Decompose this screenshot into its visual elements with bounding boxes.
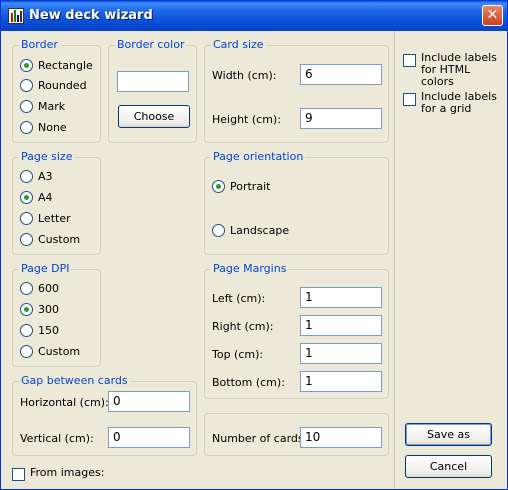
border-option[interactable]: Mark <box>20 98 65 114</box>
border-option[interactable]: None <box>20 119 67 135</box>
page-margins-group-title: Page Margins <box>211 262 289 275</box>
page-orientation-group-title: Page orientation <box>211 150 306 163</box>
page-orientation-group: Page orientation Portrait Landscape <box>204 150 389 255</box>
card-width-field[interactable]: 6 <box>300 64 382 85</box>
dpi-option[interactable]: 600 <box>20 280 59 296</box>
radio-label: Rectangle <box>38 58 93 72</box>
radio-button[interactable] <box>212 179 225 193</box>
cancel-button[interactable]: Cancel <box>405 455 492 478</box>
radio-label: Mark <box>38 99 66 113</box>
save-as-button[interactable]: Save as <box>405 423 492 446</box>
dpi-option[interactable]: 150 <box>20 322 59 338</box>
radio-label: 300 <box>38 302 59 316</box>
close-button[interactable]: ✕ <box>482 5 503 26</box>
page-size-option[interactable]: Custom <box>20 231 80 247</box>
radio-button[interactable] <box>20 190 33 204</box>
width-label: Width (cm): <box>212 69 277 82</box>
border-color-group: Border color Choose <box>108 38 197 143</box>
orientation-option[interactable]: Portrait <box>212 178 270 194</box>
checkbox-box[interactable] <box>403 54 416 67</box>
radio-button[interactable] <box>20 78 33 92</box>
gap-group-title: Gap between cards <box>19 374 130 387</box>
radio-button[interactable] <box>20 302 33 316</box>
from-images-label: From images: <box>30 466 105 479</box>
radio-button[interactable] <box>20 344 33 358</box>
grid-labels-checkbox[interactable]: Include labels for a grid <box>403 91 503 115</box>
vertical-gap-label: Vertical (cm): <box>20 432 94 445</box>
page-dpi-group-title: Page DPI <box>19 262 72 275</box>
page-size-option[interactable]: A4 <box>20 189 53 205</box>
border-color-field[interactable] <box>117 71 189 92</box>
height-label: Height (cm): <box>212 113 281 126</box>
border-group-title: Border <box>19 38 60 51</box>
radio-label: 150 <box>38 323 59 337</box>
number-of-cards-group: Number of cards: 10 <box>204 413 389 456</box>
border-option[interactable]: Rounded <box>20 77 87 93</box>
new-deck-wizard-window: New deck wizard ✕ Border Rectangle Round… <box>0 0 508 490</box>
page-size-option[interactable]: Letter <box>20 210 71 226</box>
page-size-option[interactable]: A3 <box>20 168 53 184</box>
radio-button[interactable] <box>20 211 33 225</box>
border-option[interactable]: Rectangle <box>20 57 93 73</box>
page-size-group-title: Page size <box>19 150 75 163</box>
radio-label: Landscape <box>230 223 290 237</box>
title-bar[interactable]: New deck wizard ✕ <box>1 1 507 31</box>
orientation-option[interactable]: Landscape <box>212 222 289 238</box>
left-margin-label: Left (cm): <box>212 292 266 305</box>
html-colors-checkbox[interactable]: Include labels for HTML colors <box>403 52 503 88</box>
radio-label: None <box>38 120 67 134</box>
checkbox-box[interactable] <box>12 468 25 481</box>
radio-button[interactable] <box>20 232 33 246</box>
radio-label: A4 <box>38 190 53 204</box>
radio-label: A3 <box>38 169 53 183</box>
bottom-margin-field[interactable]: 1 <box>300 371 382 392</box>
from-images-checkbox[interactable]: From images: <box>12 466 104 481</box>
border-color-group-title: Border color <box>115 38 187 51</box>
gap-group: Gap between cards Horizontal (cm): 0 Ver… <box>12 374 197 456</box>
radio-button[interactable] <box>20 169 33 183</box>
card-size-group: Card size Width (cm): 6 Height (cm): 9 <box>204 38 389 143</box>
radio-label: Portrait <box>230 179 271 193</box>
bottom-margin-label: Bottom (cm): <box>212 376 285 389</box>
panel-divider <box>394 31 395 489</box>
right-margin-field[interactable]: 1 <box>300 315 382 336</box>
radio-button[interactable] <box>20 120 33 134</box>
radio-button[interactable] <box>20 99 33 113</box>
number-of-cards-field[interactable]: 10 <box>300 427 382 448</box>
card-size-group-title: Card size <box>211 38 266 51</box>
top-margin-label: Top (cm): <box>212 348 264 361</box>
choose-color-button[interactable]: Choose <box>118 105 190 128</box>
checkbox-box[interactable] <box>403 93 416 106</box>
card-height-field[interactable]: 9 <box>300 108 382 129</box>
radio-button[interactable] <box>212 223 225 237</box>
radio-button[interactable] <box>20 323 33 337</box>
radio-label: Custom <box>38 232 81 246</box>
radio-button[interactable] <box>20 58 33 72</box>
app-icon <box>8 8 24 24</box>
page-size-group: Page size A3 A4 Letter Custom <box>12 150 101 255</box>
dpi-option[interactable]: Custom <box>20 343 80 359</box>
border-group: Border Rectangle Rounded Mark None <box>12 38 101 143</box>
vertical-gap-field[interactable]: 0 <box>108 427 190 448</box>
number-of-cards-label: Number of cards: <box>212 432 308 445</box>
radio-label: 600 <box>38 281 59 295</box>
window-title: New deck wizard <box>29 8 153 23</box>
page-margins-group: Page Margins Left (cm): 1 Right (cm): 1 … <box>204 262 389 399</box>
horizontal-gap-label: Horizontal (cm): <box>20 396 109 409</box>
html-colors-label: Include labels for HTML colors <box>421 51 497 88</box>
top-margin-field[interactable]: 1 <box>300 343 382 364</box>
radio-label: Custom <box>38 344 81 358</box>
radio-button[interactable] <box>20 281 33 295</box>
dpi-option[interactable]: 300 <box>20 301 59 317</box>
radio-label: Rounded <box>38 78 87 92</box>
close-icon: ✕ <box>486 7 499 23</box>
left-margin-field[interactable]: 1 <box>300 287 382 308</box>
grid-labels-label: Include labels for a grid <box>421 90 497 115</box>
right-margin-label: Right (cm): <box>212 320 274 333</box>
page-dpi-group: Page DPI 600 300 150 Custom <box>12 262 101 367</box>
radio-label: Letter <box>38 211 71 225</box>
horizontal-gap-field[interactable]: 0 <box>108 391 190 412</box>
